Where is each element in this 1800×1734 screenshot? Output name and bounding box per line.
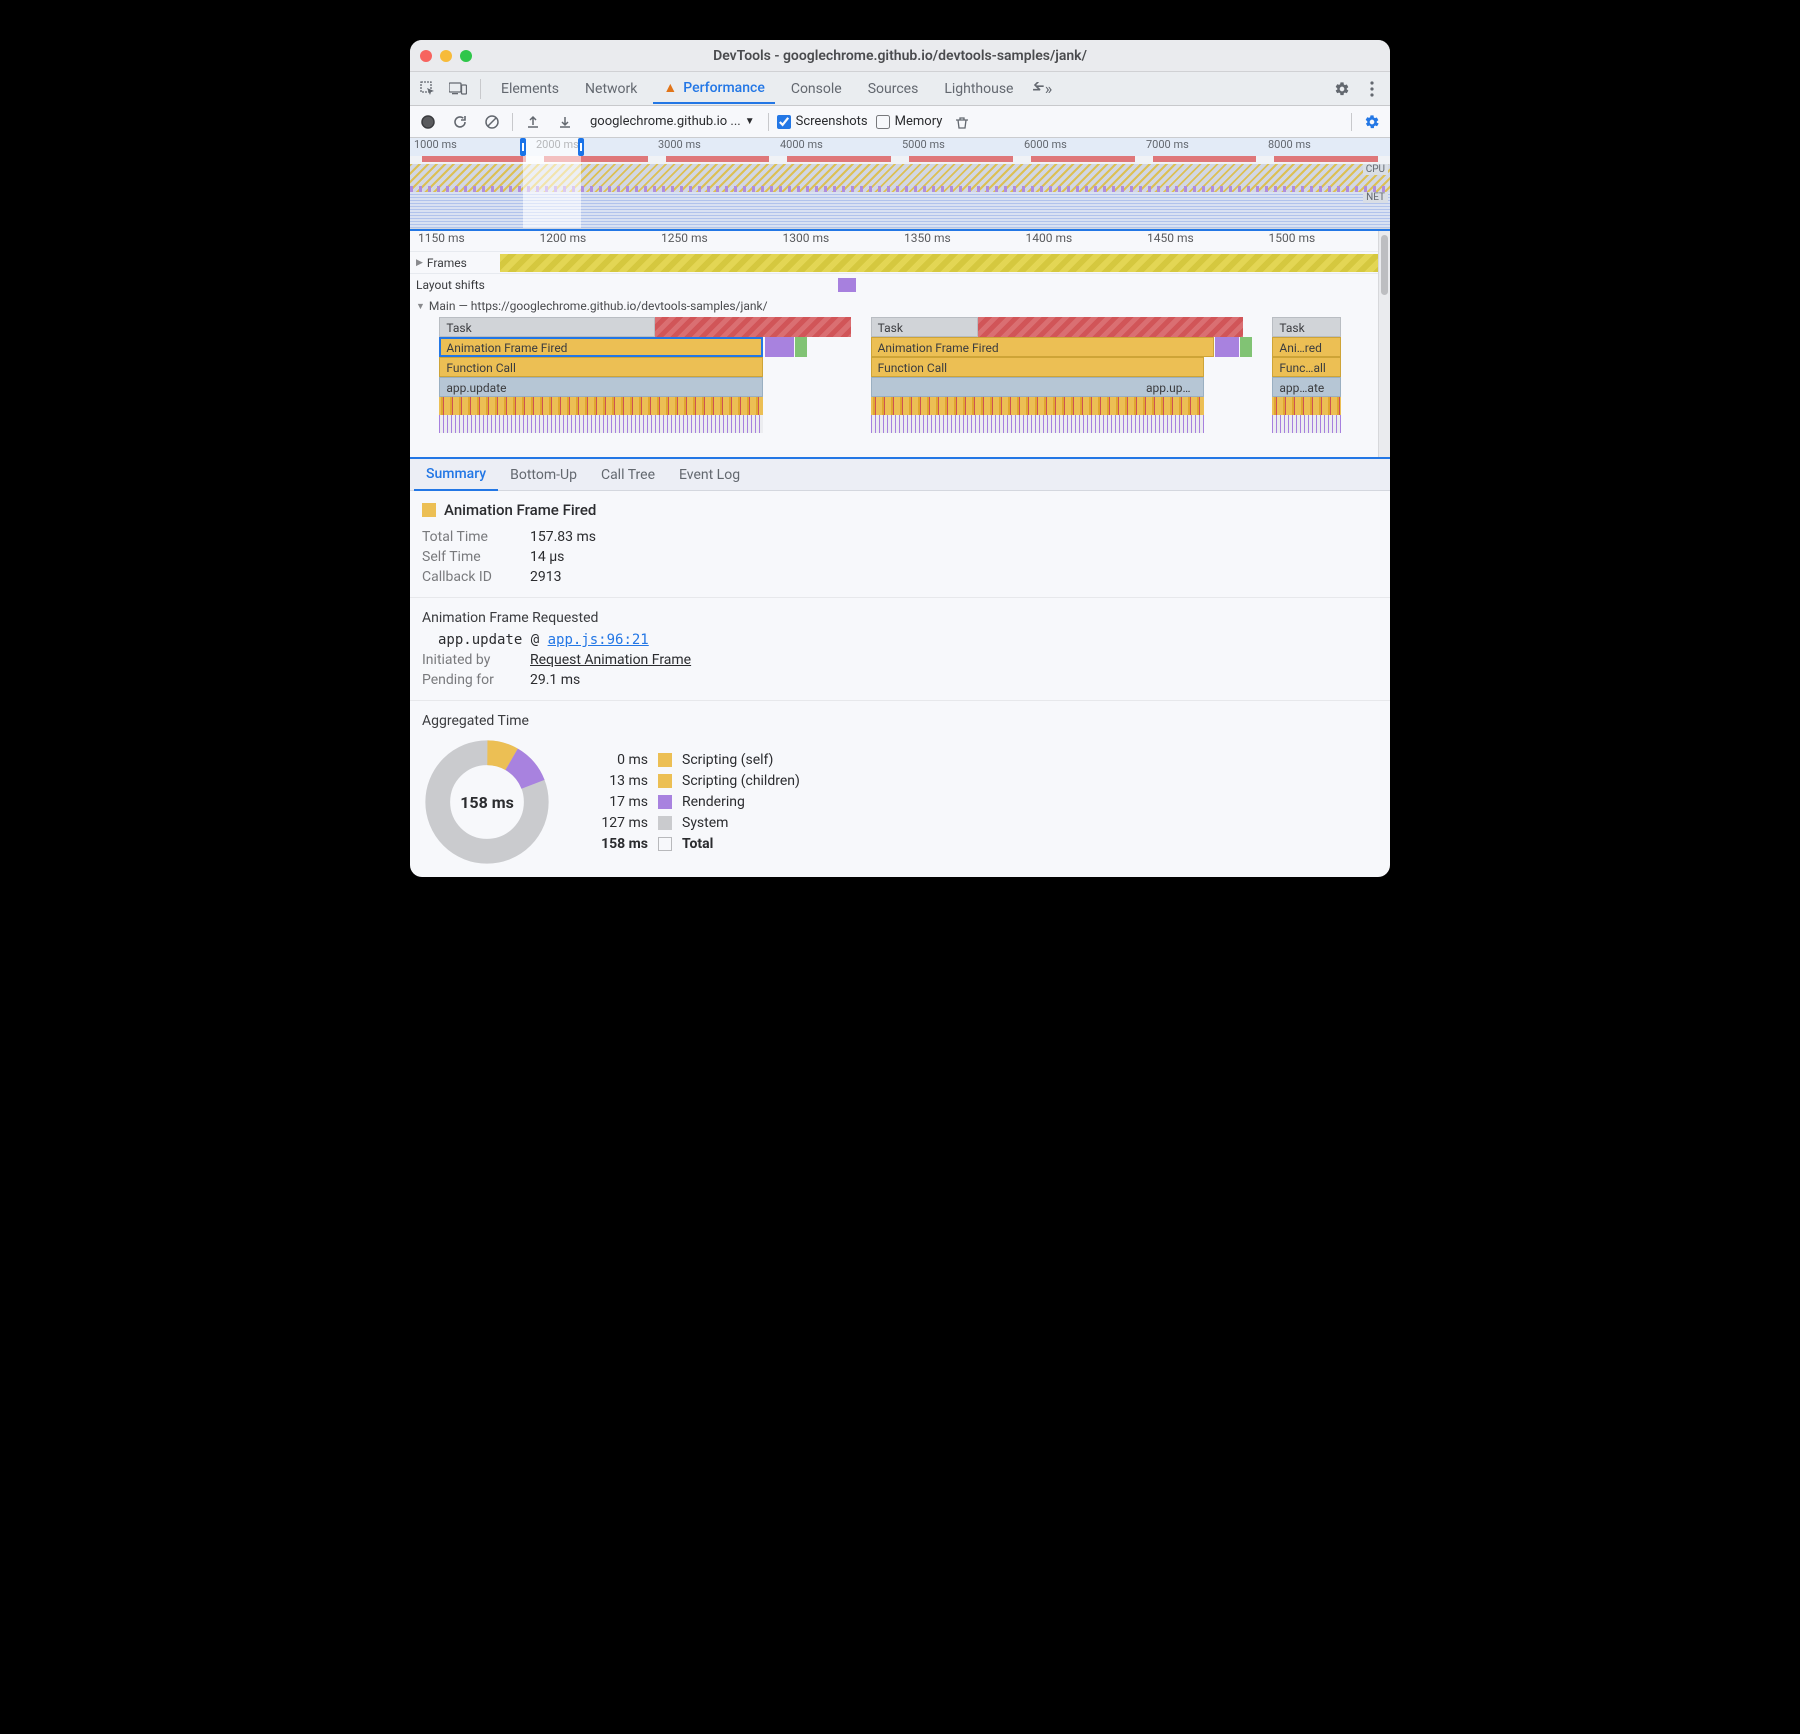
event-function-call[interactable]: Function Call bbox=[871, 357, 1204, 377]
source-link[interactable]: app.js:96:21 bbox=[548, 632, 649, 648]
more-tabs-icon[interactable]: » bbox=[1029, 77, 1053, 101]
summary-panel: Animation Frame Fired Total Time157.83 m… bbox=[410, 491, 1390, 877]
event-painting[interactable] bbox=[1240, 337, 1252, 357]
recording-selector[interactable]: googlechrome.github.io ... ▼ bbox=[585, 111, 760, 132]
frames-strip bbox=[500, 252, 1390, 273]
overview-window[interactable] bbox=[523, 138, 582, 228]
memory-input[interactable] bbox=[876, 115, 890, 129]
event-app-update[interactable]: app…ate bbox=[1272, 377, 1341, 397]
event-rendering[interactable] bbox=[765, 337, 794, 357]
expand-icon[interactable]: ▶ bbox=[416, 258, 423, 268]
tab-network[interactable]: Network bbox=[575, 75, 647, 103]
recording-url: googlechrome.github.io ... bbox=[590, 114, 741, 129]
flame-ruler: 1150 ms 1200 ms 1250 ms 1300 ms 1350 ms … bbox=[410, 231, 1390, 251]
clear-button[interactable] bbox=[480, 110, 504, 134]
tab-summary[interactable]: Summary bbox=[414, 459, 498, 491]
event-heading: Animation Frame Fired bbox=[422, 501, 1378, 519]
overview-handle-right[interactable] bbox=[578, 138, 584, 156]
tab-bottomup[interactable]: Bottom-Up bbox=[498, 460, 589, 490]
event-animation-frame-fired[interactable]: Animation Frame Fired bbox=[871, 337, 1214, 357]
event-app-update[interactable]: app.update bbox=[871, 377, 1204, 397]
perf-toolbar: googlechrome.github.io ... ▼ Screenshots… bbox=[410, 106, 1390, 138]
request-heading: Animation Frame Requested bbox=[422, 610, 1378, 626]
overview-handle-left[interactable] bbox=[520, 138, 526, 156]
tab-console[interactable]: Console bbox=[781, 75, 852, 103]
task-longtask[interactable] bbox=[655, 317, 851, 337]
aggregated-legend: 0 msScripting (self) 13 msScripting (chi… bbox=[592, 747, 800, 857]
flame-rows: Task Task Task Animation Frame Fired Ani… bbox=[410, 317, 1390, 457]
tab-sources[interactable]: Sources bbox=[858, 75, 929, 103]
layoutshift-strip bbox=[500, 274, 1390, 295]
title-bar: DevTools - googlechrome.github.io/devtoo… bbox=[410, 40, 1390, 72]
scrollbar-thumb[interactable] bbox=[1381, 235, 1388, 295]
capture-settings-icon[interactable] bbox=[1360, 110, 1384, 134]
cpu-label: CPU bbox=[1363, 164, 1388, 175]
tab-performance[interactable]: ▲ Performance bbox=[653, 74, 774, 104]
upload-icon[interactable] bbox=[521, 110, 545, 134]
chevron-down-icon: ▼ bbox=[745, 116, 755, 127]
record-button[interactable] bbox=[416, 110, 440, 134]
tab-eventlog[interactable]: Event Log bbox=[667, 460, 752, 490]
close-icon[interactable] bbox=[420, 50, 432, 62]
event-color-swatch bbox=[422, 503, 436, 517]
download-icon[interactable] bbox=[553, 110, 577, 134]
tab-performance-label: Performance bbox=[683, 80, 765, 96]
flamechart: 1150 ms 1200 ms 1250 ms 1300 ms 1350 ms … bbox=[410, 229, 1390, 459]
divider bbox=[1351, 113, 1352, 131]
task-event[interactable]: Task bbox=[1272, 317, 1341, 337]
divider bbox=[512, 113, 513, 131]
event-function-call[interactable]: Func…all bbox=[1272, 357, 1341, 377]
devtools-window: DevTools - googlechrome.github.io/devtoo… bbox=[410, 40, 1390, 877]
panel-tabs: Elements Network ▲ Performance Console S… bbox=[410, 72, 1390, 106]
minimize-icon[interactable] bbox=[440, 50, 452, 62]
zoom-icon[interactable] bbox=[460, 50, 472, 62]
event-painting[interactable] bbox=[795, 337, 807, 357]
donut-total: 158 ms bbox=[422, 737, 552, 867]
tab-lighthouse[interactable]: Lighthouse bbox=[934, 75, 1023, 103]
collapse-icon[interactable]: ▼ bbox=[416, 301, 425, 312]
settings-icon[interactable] bbox=[1330, 77, 1354, 101]
traffic-lights bbox=[420, 50, 472, 62]
gc-icon[interactable] bbox=[950, 110, 974, 134]
device-toggle-icon[interactable] bbox=[446, 77, 470, 101]
divider bbox=[480, 79, 481, 99]
memory-checkbox[interactable]: Memory bbox=[876, 114, 943, 129]
details-tabs: Summary Bottom-Up Call Tree Event Log bbox=[410, 459, 1390, 491]
tab-calltree[interactable]: Call Tree bbox=[589, 460, 667, 490]
main-thread-header[interactable]: ▼ Main — https://googlechrome.github.io/… bbox=[410, 295, 1390, 317]
inspect-icon[interactable] bbox=[416, 77, 440, 101]
event-animation-frame-fired[interactable]: Ani…red bbox=[1272, 337, 1341, 357]
event-animation-frame-fired[interactable]: Animation Frame Fired bbox=[439, 337, 762, 357]
task-event[interactable]: Task bbox=[439, 317, 655, 337]
net-label: NET bbox=[1363, 192, 1388, 203]
overview-minimap[interactable]: 1000 ms 2000 ms 3000 ms 4000 ms 5000 ms … bbox=[410, 138, 1390, 229]
event-rendering[interactable] bbox=[1215, 337, 1240, 357]
aggregated-donut: 158 ms bbox=[422, 737, 552, 867]
tab-elements[interactable]: Elements bbox=[491, 75, 569, 103]
task-event[interactable]: Task bbox=[871, 317, 979, 337]
warning-icon: ▲ bbox=[663, 81, 677, 95]
kebab-menu-icon[interactable] bbox=[1360, 77, 1384, 101]
flame-scrollbar[interactable] bbox=[1378, 231, 1390, 457]
event-function-call[interactable]: Function Call bbox=[439, 357, 762, 377]
divider bbox=[768, 113, 769, 131]
frames-lane[interactable]: ▶Frames bbox=[410, 251, 1390, 273]
window-title: DevTools - googlechrome.github.io/devtoo… bbox=[713, 48, 1087, 64]
screenshots-input[interactable] bbox=[777, 115, 791, 129]
reload-record-button[interactable] bbox=[448, 110, 472, 134]
task-longtask[interactable] bbox=[978, 317, 1243, 337]
initiator-link[interactable]: Request Animation Frame bbox=[530, 652, 691, 668]
layoutshift-lane[interactable]: Layout shifts bbox=[410, 273, 1390, 295]
aggregated-heading: Aggregated Time bbox=[422, 713, 1378, 729]
screenshots-checkbox[interactable]: Screenshots bbox=[777, 114, 868, 129]
event-app-update[interactable]: app.update bbox=[439, 377, 762, 397]
